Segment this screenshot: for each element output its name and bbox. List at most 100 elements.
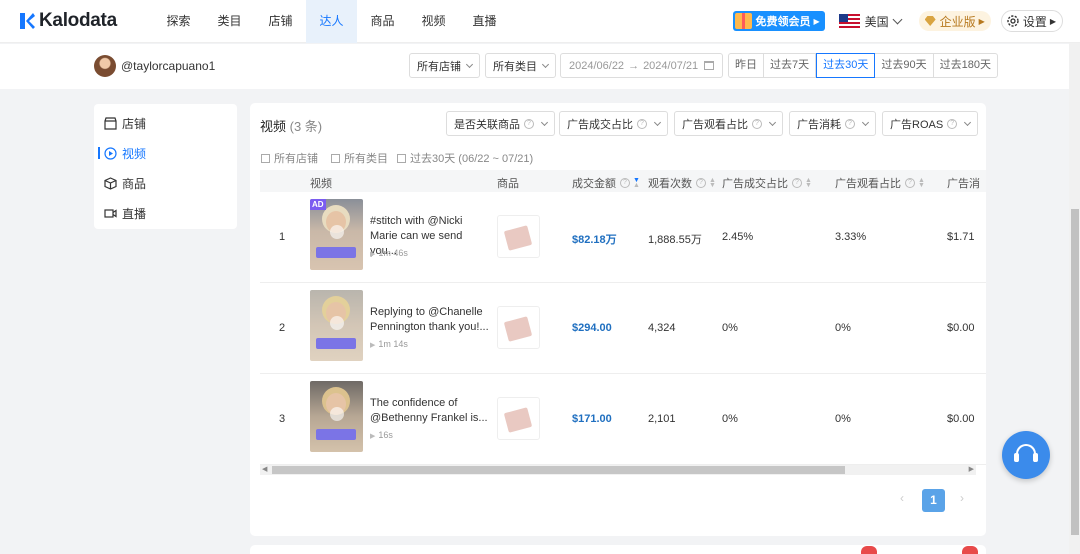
help-icon[interactable]: ? [905, 178, 915, 188]
sidebar-item-video[interactable]: 视频 [104, 145, 146, 162]
product-thumbnail[interactable] [497, 215, 540, 258]
box-icon [104, 177, 117, 190]
video-thumbnail[interactable] [310, 381, 363, 452]
sidebar-item-label: 直播 [122, 207, 147, 221]
chevron-down-icon [768, 118, 777, 126]
nav-live[interactable]: 直播 [459, 0, 510, 43]
help-icon[interactable]: ? [845, 118, 855, 129]
pagination-page-1[interactable]: 1 [922, 489, 945, 512]
page-scrollbar[interactable] [1069, 43, 1080, 554]
gift-icon [735, 13, 753, 29]
ad-gmv-ratio-value: 0% [722, 413, 738, 425]
col-ad-spend[interactable]: 广告消 [947, 175, 980, 191]
col-ad-gmv-ratio[interactable]: 广告成交占比? ▲ ▼ [722, 175, 812, 191]
nav-creator[interactable]: 达人 [306, 0, 357, 43]
shop-filter-select[interactable]: 所有店铺 [409, 53, 480, 78]
video-panel: 视频 (3 条) 是否关联商品? 广告成交占比? 广告观看占比? 广告消耗? 广… [250, 103, 986, 536]
col-gmv[interactable]: 成交金额? [572, 175, 639, 191]
sort-icon[interactable] [633, 178, 639, 188]
caret-right-icon: ▶ [978, 16, 985, 26]
video-title[interactable]: The confidence of @Bethenny Frankel is..… [370, 396, 490, 426]
nav-product[interactable]: 商品 [357, 0, 408, 43]
filter-label: 广告成交占比 [567, 118, 633, 131]
video-duration: 16s [370, 430, 393, 440]
range-180-days[interactable]: 过去180天 [934, 54, 997, 77]
sort-icon[interactable]: ▲ ▼ [709, 177, 716, 189]
sidebar-item-label: 视频 [122, 147, 147, 161]
brand-logo[interactable]: Kalodata [20, 10, 153, 32]
nav-category[interactable]: 类目 [204, 0, 255, 43]
us-flag-icon [838, 14, 860, 28]
chevron-down-icon [861, 118, 870, 126]
sort-icon[interactable]: ▲ ▼ [918, 177, 925, 189]
sidebar-item-live[interactable]: 直播 [104, 205, 146, 222]
date-range-picker[interactable]: 2024/06/22 → 2024/07/21 [560, 53, 723, 78]
help-icon[interactable]: ? [792, 178, 802, 188]
range-30-days[interactable]: 过去30天 [816, 53, 876, 78]
table-horizontal-scrollbar[interactable]: ◀ ▶ [260, 465, 976, 475]
filter-ad-roas[interactable]: 广告ROAS? [882, 111, 979, 136]
free-vip-button[interactable]: 免费领会员 ▶ [733, 11, 825, 31]
shop-filter-value: 所有店铺 [417, 60, 461, 73]
creator-handle[interactable]: @taylorcapuano1 [121, 59, 215, 73]
enterprise-button[interactable]: 企业版 ▶ [918, 11, 991, 31]
ad-gmv-ratio-value: 2.45% [722, 231, 754, 243]
help-icon[interactable]: ? [524, 118, 534, 129]
help-icon[interactable]: ? [696, 178, 706, 188]
free-vip-label: 免费领会员 [755, 16, 811, 28]
help-icon[interactable]: ? [947, 118, 958, 129]
video-title[interactable]: Replying to @Chanelle Pennington thank y… [370, 305, 490, 335]
scrollbar-thumb[interactable] [272, 466, 845, 474]
filter-label: 是否关联商品 [454, 118, 520, 131]
help-icon[interactable]: ? [637, 118, 647, 129]
video-thumbnail[interactable] [310, 290, 363, 361]
col-views[interactable]: 观看次数? ▲ ▼ [648, 175, 716, 191]
chevron-down-icon [653, 118, 662, 126]
category-filter-select[interactable]: 所有类目 [485, 53, 556, 78]
product-thumbnail[interactable] [497, 306, 540, 349]
filter-ad-spend[interactable]: 广告消耗? [789, 111, 876, 136]
table-row[interactable]: 1 AD #stitch with @Nicki Marie can we se… [260, 192, 986, 283]
product-thumbnail[interactable] [497, 397, 540, 440]
customer-support-button[interactable] [1002, 431, 1050, 479]
sidebar-item-product[interactable]: 商品 [104, 175, 146, 192]
col-ad-gmv-ratio-label: 广告成交占比 [722, 178, 788, 190]
help-icon[interactable]: ? [620, 178, 630, 188]
ad-view-ratio-value: 3.33% [835, 231, 867, 243]
filter-ad-view-ratio[interactable]: 广告观看占比? [674, 111, 783, 136]
nav-video[interactable]: 视频 [408, 0, 459, 43]
table-row[interactable]: 2 Replying to @Chanelle Pennington thank… [260, 283, 986, 374]
help-icon[interactable]: ? [752, 118, 762, 129]
pagination-prev[interactable]: ‹ [900, 491, 904, 505]
kalodata-logo-icon [20, 13, 35, 29]
filter-linked-product[interactable]: 是否关联商品? [446, 111, 555, 136]
ad-badge: AD [310, 199, 326, 210]
region-selector[interactable]: 美国 [838, 13, 903, 30]
pagination-next[interactable]: › [960, 491, 964, 505]
date-start: 2024/06/22 [569, 59, 625, 72]
sidebar-item-label: 商品 [122, 177, 147, 191]
live-camera-icon [104, 209, 117, 218]
sidebar-item-shop[interactable]: 店铺 [104, 115, 146, 132]
caret-right-icon: ▶ [1049, 16, 1056, 26]
settings-button[interactable]: 设置 ▶ [1000, 10, 1063, 32]
table-row[interactable]: 3 The confidence of @Bethenny Frankel is… [260, 374, 986, 465]
shop-icon [261, 153, 270, 163]
col-views-label: 观看次数 [648, 178, 692, 190]
video-thumbnail[interactable]: AD [310, 199, 363, 270]
caret-right-icon: ▶ [813, 16, 820, 26]
col-ad-view-ratio[interactable]: 广告观看占比? ▲ ▼ [835, 175, 925, 191]
active-indicator [98, 147, 100, 159]
range-90-days[interactable]: 过去90天 [875, 54, 934, 77]
filter-label: 广告消耗 [797, 118, 841, 131]
range-7-days[interactable]: 过去7天 [764, 54, 817, 77]
gmv-value: $171.00 [572, 413, 612, 425]
sort-icon[interactable]: ▲ ▼ [805, 177, 812, 189]
page-scrollbar-thumb[interactable] [1071, 209, 1079, 535]
nav-explore[interactable]: 探索 [153, 0, 204, 43]
scroll-right-arrow[interactable]: ▶ [969, 465, 974, 475]
nav-shop[interactable]: 店铺 [255, 0, 306, 43]
range-yesterday[interactable]: 昨日 [729, 54, 764, 77]
scroll-left-arrow[interactable]: ◀ [262, 465, 267, 475]
filter-ad-gmv-ratio[interactable]: 广告成交占比? [559, 111, 668, 136]
